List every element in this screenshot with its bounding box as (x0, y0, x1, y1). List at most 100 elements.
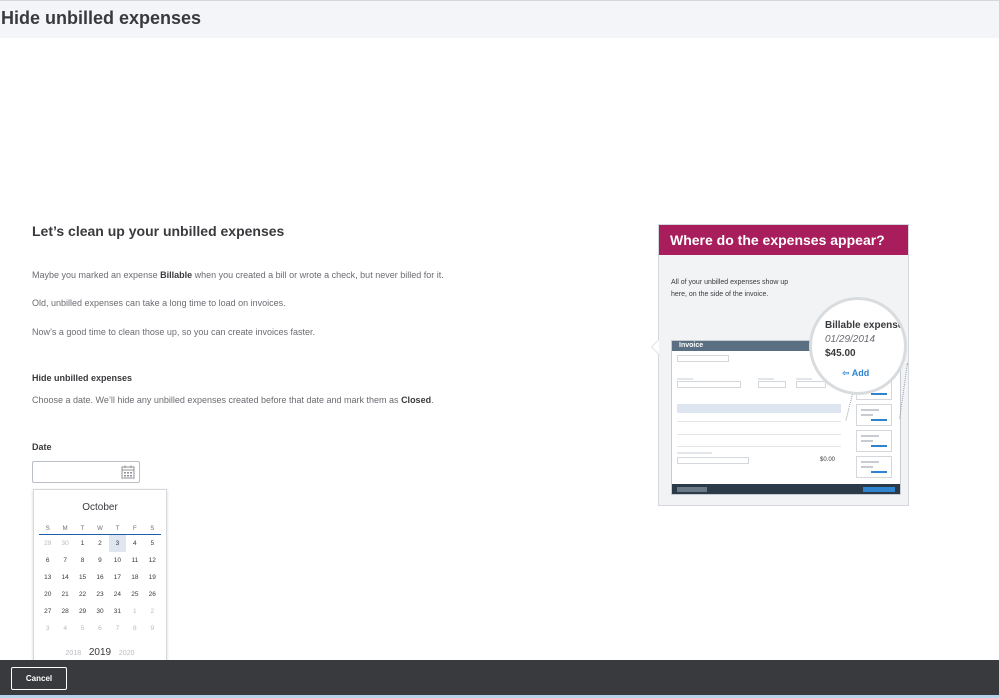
calendar-day[interactable]: 9 (91, 552, 108, 569)
calendar-day[interactable]: 27 (39, 603, 56, 620)
expenses-info-panel: Where do the expenses appear? All of you… (651, 224, 909, 506)
calendar-day[interactable]: 29 (39, 535, 56, 553)
calendar-day[interactable]: 1 (74, 535, 91, 553)
calendar-week-row: 29 30 1 2 3 4 5 (39, 534, 161, 553)
weekday-label: W (91, 524, 109, 535)
next-year[interactable]: 2020 (119, 650, 135, 657)
weekday-label: F (126, 524, 144, 535)
year-selector: 2018 2019 2020 (34, 647, 166, 658)
closed-keyword: Closed (401, 395, 432, 405)
date-field[interactable] (32, 461, 140, 483)
calendar-day[interactable]: 8 (74, 552, 91, 569)
calendar-day[interactable]: 16 (91, 569, 108, 586)
info-panel-header: Where do the expenses appear? (659, 225, 908, 255)
intro-paragraph: Maybe you marked an expense Billable whe… (32, 270, 444, 280)
cancel-button[interactable]: Cancel (11, 667, 67, 690)
calendar-month-label[interactable]: October (34, 502, 166, 513)
mock-label (677, 378, 693, 380)
instruction-text: Choose a date. We’ll hide any unbilled e… (32, 395, 402, 405)
date-label: Date (32, 442, 52, 452)
calendar-day[interactable]: 13 (39, 569, 56, 586)
calendar-day[interactable]: 25 (126, 586, 143, 603)
prev-year[interactable]: 2018 (66, 650, 82, 657)
magnifier-callout: Billable expense 01/29/2014 $45.00 ⇦ Add (809, 297, 907, 395)
calendar-day[interactable]: 24 (109, 586, 126, 603)
hide-expenses-subheading: Hide unbilled expenses (32, 373, 133, 383)
mock-field (677, 381, 741, 388)
magnifier-add-link: ⇦ Add (842, 368, 869, 379)
instruction-period: . (431, 395, 434, 405)
weekday-header-row: S M T W T F S (39, 524, 161, 535)
mock-table-row (677, 421, 841, 422)
mock-field (677, 457, 749, 464)
calendar-day[interactable]: 14 (56, 569, 73, 586)
calendar-day[interactable]: 31 (109, 603, 126, 620)
calendar-day-highlighted[interactable]: 3 (108, 534, 127, 552)
calendar-day[interactable]: 9 (144, 620, 161, 637)
calendar-day[interactable]: 28 (56, 603, 73, 620)
calendar-day[interactable]: 5 (74, 620, 91, 637)
magnifier-amount: $45.00 (825, 348, 856, 359)
calendar-day[interactable]: 30 (91, 603, 108, 620)
mock-table-row (677, 446, 841, 447)
calendar-day[interactable]: 30 (56, 535, 73, 553)
calendar-day[interactable]: 15 (74, 569, 91, 586)
magnifier-date: 01/29/2014 (825, 334, 876, 345)
invoice-mockup-footer (672, 484, 900, 494)
info-panel-title: Where do the expenses appear? (670, 232, 885, 248)
load-time-paragraph: Old, unbilled expenses can take a long t… (32, 298, 286, 308)
calendar-day[interactable]: 3 (39, 620, 56, 637)
calendar-day[interactable]: 6 (39, 552, 56, 569)
calendar-day[interactable]: 20 (39, 586, 56, 603)
calendar-day[interactable]: 6 (91, 620, 108, 637)
calendar-day[interactable]: 29 (74, 603, 91, 620)
invoice-mockup-label: Invoice (679, 342, 704, 349)
mock-dropdown (677, 355, 729, 362)
weekday-label: T (108, 524, 127, 535)
current-year[interactable]: 2019 (89, 647, 111, 658)
calendar-week-row: 27 28 29 30 31 1 2 (39, 603, 161, 620)
calendar-day[interactable]: 19 (144, 569, 161, 586)
calendar-day[interactable]: 11 (126, 552, 143, 569)
calendar-day[interactable]: 10 (109, 552, 126, 569)
weekday-label: T (73, 524, 92, 535)
billable-keyword: Billable (160, 270, 193, 280)
calendar-week-row: 13 14 15 16 17 18 19 (39, 569, 161, 586)
weekday-label: S (143, 524, 161, 535)
calendar-day[interactable]: 2 (91, 535, 108, 553)
mock-label (796, 378, 812, 380)
mock-field (758, 381, 786, 388)
intro-text-start: Maybe you marked an expense (32, 270, 161, 280)
calendar-day[interactable]: 18 (126, 569, 143, 586)
calendar-day[interactable]: 21 (56, 586, 73, 603)
calendar-day[interactable]: 26 (144, 586, 161, 603)
date-input[interactable] (37, 463, 123, 483)
calendar-day[interactable]: 1 (126, 603, 143, 620)
info-panel-description: All of your unbilled expenses show up he… (671, 279, 789, 298)
magnifier-title: Billable expense (825, 320, 904, 331)
intro-text-end: when you created a bill or wrote a check… (192, 270, 444, 280)
calendar-grid: S M T W T F S 29 30 1 2 3 4 5 6 7 8 9 10… (39, 524, 161, 637)
calendar-day[interactable]: 17 (109, 569, 126, 586)
arrow-left-icon: ⇦ (842, 368, 850, 378)
footer-bar: Cancel (0, 660, 999, 698)
calendar-day[interactable]: 2 (144, 603, 161, 620)
calendar-icon[interactable] (121, 465, 135, 479)
calendar-day[interactable]: 4 (126, 535, 143, 553)
mock-label (677, 452, 712, 454)
instruction-paragraph: Choose a date. We’ll hide any unbilled e… (32, 395, 434, 405)
calendar-day[interactable]: 22 (74, 586, 91, 603)
calendar-day[interactable]: 5 (144, 535, 161, 553)
calendar-day[interactable]: 7 (56, 552, 73, 569)
callout-pointer (651, 339, 659, 355)
calendar-day[interactable]: 4 (56, 620, 73, 637)
page-title: Hide unbilled expenses (1, 8, 202, 28)
info-panel-illustration: All of your unbilled expenses show up he… (651, 255, 908, 505)
calendar-day[interactable]: 23 (91, 586, 108, 603)
date-picker-popup: October S M T W T F S 29 30 1 2 3 4 5 6 … (33, 489, 167, 667)
calendar-day[interactable]: 8 (126, 620, 143, 637)
magnifier-add-label: Add (851, 368, 870, 378)
calendar-day[interactable]: 12 (144, 552, 161, 569)
invoice-mockup-total: $0.00 (820, 457, 836, 463)
calendar-day[interactable]: 7 (109, 620, 126, 637)
